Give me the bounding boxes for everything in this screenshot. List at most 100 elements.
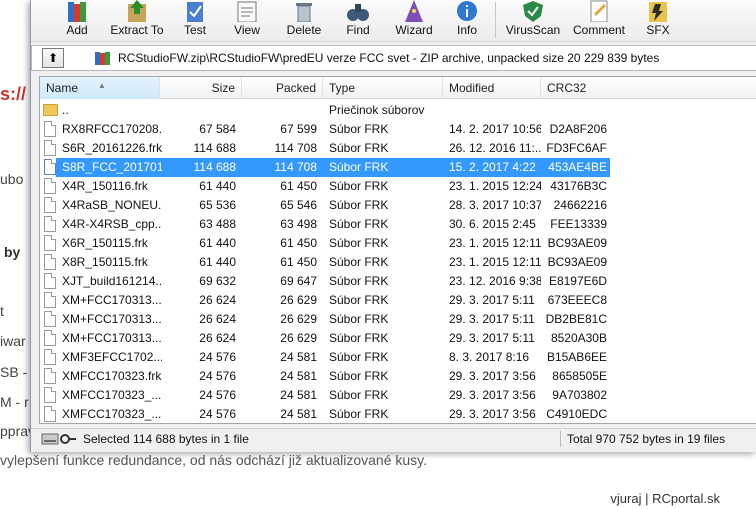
file-row[interactable]: X4R_150116.frk 61 440 61 450 Súbor FRK 23. 1… — [40, 177, 756, 196]
cell-modified: 23. 12. 2016 9:38 — [449, 274, 541, 288]
cell-name: RX8RFCC170208... — [62, 122, 162, 136]
file-row[interactable]: XMFCC170323_... 24 576 24 581 Súbor FRK 29. … — [40, 386, 756, 405]
cell-name: X4R_150116.frk — [62, 179, 148, 193]
test-icon — [187, 2, 203, 22]
cell-size: 61 440 — [199, 179, 236, 193]
cell-size: 24 576 — [199, 369, 236, 383]
cell-crc32: FEE13339 — [550, 217, 607, 231]
file-row[interactable]: XMF3EFCC1702... 24 576 24 581 Súbor FRK 8. 3… — [40, 348, 756, 367]
add-books-icon — [68, 2, 86, 22]
find-button[interactable]: Find — [341, 0, 375, 42]
cell-type: Súbor FRK — [329, 217, 389, 231]
comment-button[interactable]: Comment — [569, 0, 629, 42]
cell-crc32: D2A8F206 — [549, 122, 607, 136]
cell-name: X8R_150115.frk — [62, 255, 148, 269]
toolbar-separator — [495, 2, 496, 38]
file-icon — [44, 140, 56, 156]
cell-type: Súbor FRK — [329, 388, 389, 402]
cell-modified: 29. 3. 2017 3:56 — [449, 388, 536, 402]
cell-crc32: BC93AE09 — [547, 236, 607, 250]
cell-name: S6R_20161226.frk — [62, 141, 162, 155]
up-one-level-button[interactable]: ⬆ — [42, 48, 64, 68]
file-icon — [44, 254, 56, 270]
cell-crc32: 8520A30B — [550, 331, 607, 345]
file-row[interactable]: XM+FCC170313.... 26 624 26 629 Súbor FRK 29.… — [40, 310, 756, 329]
cell-modified: 23. 1. 2015 12:24 — [449, 179, 541, 193]
column-header-size[interactable]: Size — [160, 77, 242, 99]
file-row[interactable]: S8R_FCC_201701... 114 688 114 708 Súbor FRK… — [40, 158, 756, 177]
column-header-modified[interactable]: Modified — [443, 77, 541, 99]
cell-crc32: E8197E6D — [548, 274, 607, 288]
cell-crc32: FD3FC6AF — [546, 141, 607, 155]
cell-packed: 26 629 — [280, 312, 317, 326]
cell-name: .. — [62, 103, 69, 117]
delete-button[interactable]: Delete — [283, 0, 325, 42]
cell-type: Súbor FRK — [329, 293, 389, 307]
virusscan-button[interactable]: VirusScan — [505, 0, 561, 42]
file-icon — [44, 235, 56, 251]
column-header-crc32[interactable]: CRC32 — [541, 77, 756, 99]
column-header-type[interactable]: Type — [323, 77, 443, 99]
file-row[interactable]: RX8RFCC170208... 67 584 67 599 Súbor FRK 14.… — [40, 120, 756, 139]
file-row[interactable]: XMFCC170323.frk 24 576 24 581 Súbor FRK 29. … — [40, 367, 756, 386]
view-button[interactable]: View — [227, 0, 267, 42]
column-header-packed[interactable]: Packed — [242, 77, 323, 99]
cell-type: Súbor FRK — [329, 312, 389, 326]
bg-text-fragment: t — [0, 303, 4, 319]
cell-crc32: B15AB6EE — [546, 350, 607, 364]
toolbar: Add Extract To Test View Delete Find Wiz… — [31, 0, 756, 42]
file-icon — [44, 159, 56, 175]
delete-icon — [296, 3, 312, 22]
bg-link-fragment: s:// — [0, 84, 27, 104]
file-row[interactable]: X4R-X4RSB_cpp... 63 488 63 498 Súbor FRK 30.… — [40, 215, 756, 234]
cell-name: XM+FCC170313.... — [62, 331, 162, 345]
cell-type: Súbor FRK — [329, 198, 389, 212]
cell-size: 114 688 — [193, 141, 237, 155]
file-row[interactable]: XMFCC170323_... 24 576 24 581 Súbor FRK 29. … — [40, 405, 756, 423]
parent-folder-row[interactable]: .. Priečinok súborov — [40, 101, 756, 120]
file-row[interactable]: S6R_20161226.frk 114 688 114 708 Súbor FRK 2… — [40, 139, 756, 158]
cell-packed: 114 708 — [274, 141, 318, 155]
cell-type: Súbor FRK — [329, 369, 389, 383]
cell-modified: 29. 3. 2017 3:56 — [449, 369, 536, 383]
bg-text-fragment: ubo — [0, 171, 24, 187]
column-header-name[interactable]: ▲ Name — [40, 77, 160, 99]
cell-packed: 65 546 — [280, 198, 317, 212]
cell-type: Súbor FRK — [329, 179, 389, 193]
cell-size: 24 576 — [199, 388, 236, 402]
info-label: Info — [456, 23, 477, 37]
file-icon — [44, 197, 56, 213]
cell-modified: 14. 2. 2017 10:56 — [449, 122, 541, 136]
file-row[interactable]: XM+FCC170313.... 26 624 26 629 Súbor FRK 29.… — [40, 291, 756, 310]
cell-type: Súbor FRK — [329, 331, 389, 345]
file-row[interactable]: XM+FCC170313.... 26 624 26 629 Súbor FRK 29.… — [40, 329, 756, 348]
file-row[interactable]: X8R_150115.frk 61 440 61 450 Súbor FRK 23. 1… — [40, 253, 756, 272]
cell-packed: 24 581 — [280, 350, 317, 364]
info-button[interactable]: Info — [451, 0, 483, 42]
test-button[interactable]: Test — [177, 0, 213, 42]
add-button[interactable]: Add — [59, 0, 95, 42]
cell-packed: 114 708 — [274, 160, 318, 174]
cell-type: Súbor FRK — [329, 160, 389, 174]
bg-text-fragment: by — [4, 244, 21, 260]
sfx-icon — [649, 2, 667, 22]
sfx-button[interactable]: SFX — [639, 0, 677, 42]
file-icon — [44, 178, 56, 194]
cell-name: X4R-X4RSB_cpp... — [62, 217, 162, 231]
file-icon — [44, 387, 56, 403]
cell-name: XMF3EFCC1702... — [62, 350, 162, 364]
wizard-button[interactable]: Wizard — [391, 0, 437, 42]
extract-to-button[interactable]: Extract To — [105, 0, 169, 42]
wizard-label: Wizard — [395, 23, 433, 37]
virusscan-icon — [523, 1, 543, 22]
file-row[interactable]: X6R_150115.frk 61 440 61 450 Súbor FRK 23. 1… — [40, 234, 756, 253]
file-row[interactable]: XJT_build161214... 69 632 69 647 Súbor FRK 2… — [40, 272, 756, 291]
extract-to-label: Extract To — [110, 23, 164, 37]
cell-name: S8R_FCC_201701... — [62, 160, 162, 174]
file-icon — [44, 121, 56, 137]
cell-packed: 61 450 — [280, 255, 317, 269]
cell-packed — [242, 101, 317, 120]
file-row[interactable]: X4RaSB_NONEU... 65 536 65 546 Súbor FRK 28. … — [40, 196, 756, 215]
cell-crc32: 673EEEC8 — [547, 293, 607, 307]
cell-name: X4RaSB_NONEU... — [62, 198, 162, 212]
